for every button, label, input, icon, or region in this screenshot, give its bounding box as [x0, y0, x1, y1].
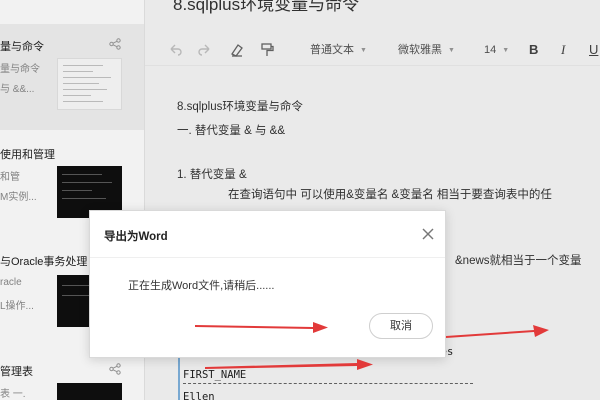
dialog-divider	[90, 257, 445, 258]
red-arrow	[446, 325, 549, 338]
close-icon[interactable]	[420, 226, 436, 242]
cancel-button[interactable]: 取消	[369, 313, 433, 339]
red-arrow	[195, 322, 328, 333]
red-arrow	[205, 359, 373, 370]
dialog-message: 正在生成Word文件,请稍后......	[128, 280, 275, 292]
dialog-title: 导出为Word	[104, 231, 168, 243]
